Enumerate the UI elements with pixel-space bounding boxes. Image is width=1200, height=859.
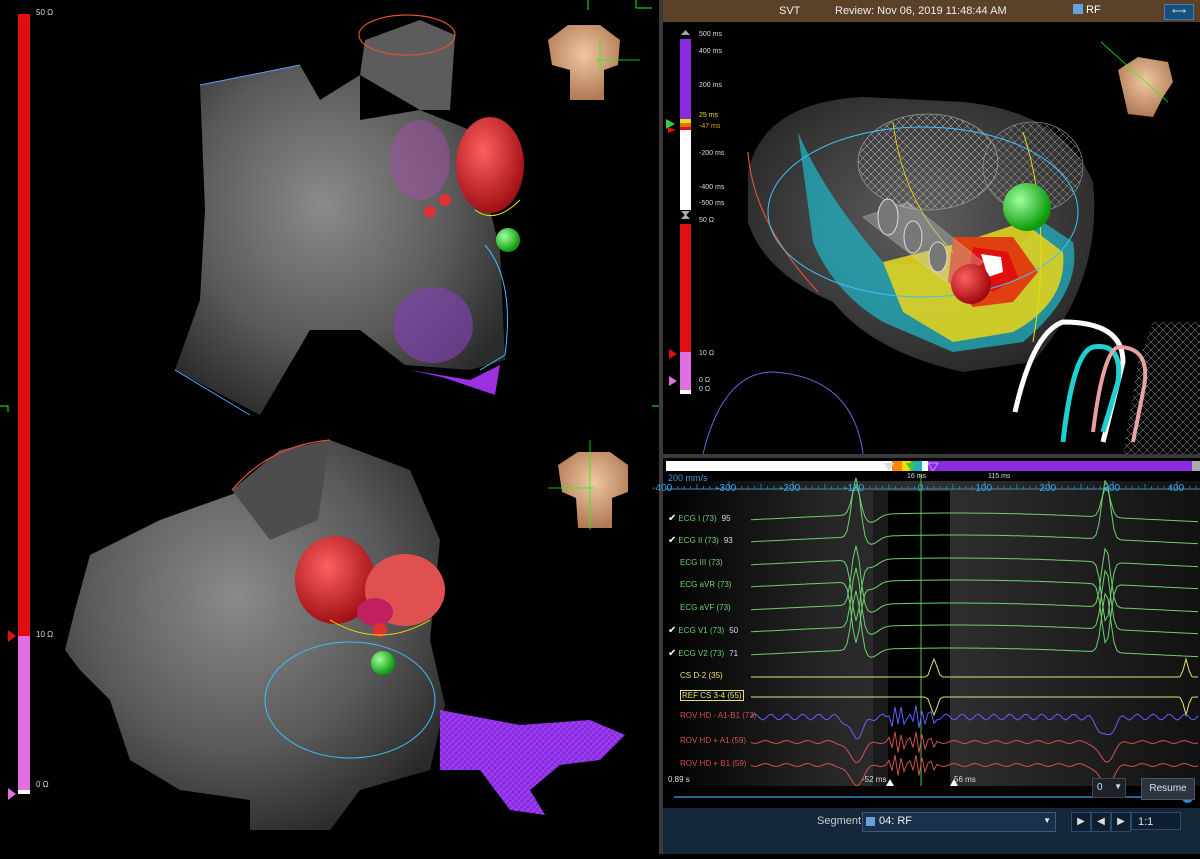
lat-label-25: 25 ms — [699, 112, 719, 119]
segment-label: Segment — [817, 815, 862, 827]
channel-label[interactable]: ECG aVF (73) — [668, 603, 731, 612]
axis-tick-label: 200 — [1039, 483, 1057, 494]
lat-label-500: 500 ms — [699, 31, 722, 38]
lat-bar-white — [680, 130, 691, 210]
lat-label-neg500: -500 ms — [699, 200, 725, 207]
imp-right-label-b1: 0 Ω — [699, 377, 711, 384]
lat-label-neg400: -400 ms — [699, 184, 725, 191]
catheter-tip-marker-upper — [496, 228, 520, 252]
check-icon[interactable]: ✔ — [668, 513, 676, 524]
impedance-label-top: 50 Ω — [36, 8, 54, 17]
step-forward-button[interactable]: ▶ — [1111, 812, 1131, 832]
channel-label[interactable]: ✔ ECG V2 (73) 71 — [668, 648, 738, 659]
axis-tick-label: 100 — [975, 483, 993, 494]
impedance-bar-right-pink — [680, 352, 691, 390]
channel-label[interactable]: CS D-2 (35) — [668, 671, 723, 680]
rf-icon — [1073, 4, 1083, 14]
channel-label[interactable]: ✔ ECG I (73) 95 — [668, 513, 731, 524]
impedance-bar-pink — [18, 636, 30, 790]
imp-right-label-mid: 10 Ω — [699, 350, 714, 357]
frame-marker — [0, 405, 9, 412]
right-3d-view[interactable] — [663, 22, 1200, 455]
interval-left: -52 ms — [862, 775, 887, 784]
imp-right-label-b2: 0 Ω — [699, 386, 711, 393]
play-button[interactable]: ▶ — [1071, 812, 1091, 832]
check-icon[interactable]: ✔ — [668, 535, 676, 546]
imp-right-label-top: 50 Ω — [699, 217, 714, 224]
heart-model-lower — [65, 439, 625, 830]
torso-orientation-icon-right — [1100, 41, 1173, 117]
segment-select[interactable]: 04: RF ▼ — [862, 812, 1056, 832]
ablation-tip — [951, 264, 991, 304]
heart-model-upper — [174, 14, 524, 416]
check-icon[interactable]: ✔ — [668, 625, 676, 636]
torso-orientation-icon-lower — [548, 440, 628, 530]
torso-orientation-icon-upper — [548, 25, 640, 100]
channel-label[interactable]: ECG aVR (73) — [668, 580, 732, 589]
interval-right: 56 ms — [954, 775, 976, 784]
vein-mesh-upper — [410, 365, 500, 395]
review-timestamp: Review: Nov 06, 2019 11:48:44 AM — [835, 5, 1007, 17]
egm-traces[interactable] — [666, 459, 1200, 799]
channel-label[interactable]: ROV HD - A1-B1 (73) — [668, 711, 756, 720]
channel-label[interactable]: ✔ ECG II (73) 93 — [668, 535, 733, 546]
impedance-bar-red — [18, 14, 30, 636]
gain-readout: 0.89 s — [668, 775, 690, 784]
axis-tick-label: 400 — [1167, 483, 1185, 494]
impedance-bar-right-red — [680, 224, 691, 352]
lat-bar-purple — [680, 39, 691, 119]
egm-panel[interactable]: 200 mm/s 16 ms 115 ms -400 -300 -200 -100 0 1… — [652, 459, 1200, 803]
lat-label-neg200: -200 ms — [699, 150, 725, 157]
catheter-position-marker — [1003, 183, 1051, 231]
axis-tick-label: -300 — [716, 483, 737, 494]
impedance-label-mid: 10 Ω — [36, 630, 54, 639]
axis-tick-label: -100 — [844, 483, 865, 494]
chevron-down-icon: ▼ — [1043, 816, 1051, 825]
impedance-marker-mid — [8, 630, 16, 642]
channel-label[interactable]: ✔ ECG V1 (73) 50 — [668, 625, 738, 636]
resume-button[interactable]: Resume — [1141, 778, 1195, 800]
playback-speed-button[interactable]: 1:1 — [1131, 812, 1181, 830]
axis-tick-label: -400 — [652, 483, 673, 494]
left-3d-views[interactable] — [0, 0, 660, 854]
channel-label[interactable]: REF CS 3-4 (55) — [668, 690, 744, 701]
left-3d-panel[interactable]: 50 Ω 10 Ω 0 Ω — [0, 0, 660, 854]
window-mark-right: 115 ms — [988, 473, 1011, 480]
vein-mesh-lower — [440, 710, 625, 815]
right-divider[interactable] — [663, 454, 1200, 458]
axis-tick-label: -200 — [780, 483, 801, 494]
lat-label-200: 200 ms — [699, 82, 722, 89]
right-3d-panel[interactable]: 500 ms 400 ms 200 ms 25 ms -47 ms -200 m… — [663, 22, 1200, 455]
expand-view-button[interactable]: ⟷ — [1164, 4, 1194, 20]
channel-label[interactable]: ECG III (73) — [668, 558, 723, 567]
step-back-button[interactable]: ◀ — [1091, 812, 1111, 832]
catheter-tip-marker-lower — [371, 651, 395, 675]
channel-label[interactable]: ROV HD + A1 (59) — [668, 736, 746, 745]
axis-tick-label: 0 — [917, 483, 924, 494]
frame-marker — [635, 0, 652, 9]
impedance-marker-bottom — [8, 788, 16, 800]
chevron-down-icon: ▼ — [1114, 782, 1122, 791]
gain-select[interactable]: 0 ▼ — [1092, 778, 1126, 798]
window-mark-left: 16 ms — [907, 473, 927, 480]
rf-indicator[interactable]: RF — [1073, 4, 1101, 16]
check-icon[interactable]: ✔ — [668, 648, 676, 659]
map-title-bar: SVT Review: Nov 06, 2019 11:48:44 AM — [663, 0, 1200, 22]
impedance-label-bottom: 0 Ω — [36, 780, 49, 789]
sweep-speed[interactable]: 200 mm/s — [668, 473, 708, 483]
rf-segment-icon — [866, 817, 875, 826]
lat-label-400: 400 ms — [699, 48, 722, 55]
channel-label[interactable]: ROV HD + B1 (59) — [668, 759, 746, 768]
axis-tick-label: 300 — [1103, 483, 1121, 494]
lat-label-neg47: -47 ms — [699, 123, 721, 130]
map-mode-label: SVT — [779, 5, 801, 17]
